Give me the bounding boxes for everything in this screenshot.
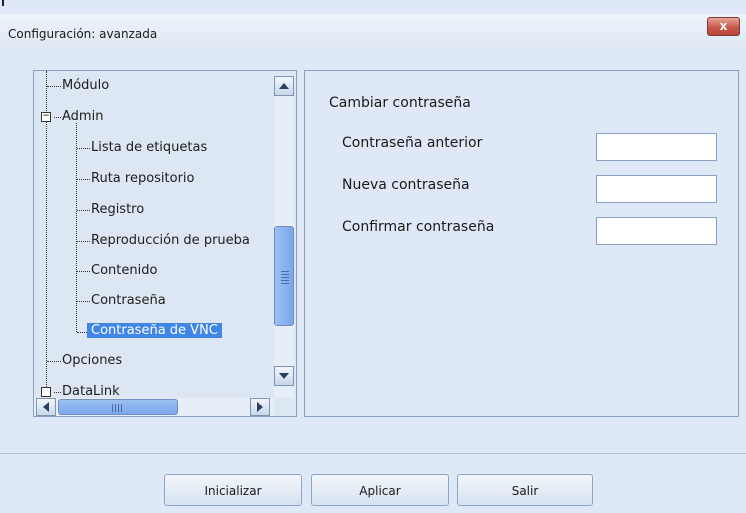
confirm-password-label: Confirmar contraseña — [342, 219, 495, 235]
tree-connector — [77, 210, 90, 211]
grip-line — [112, 404, 113, 412]
grip-line — [281, 283, 289, 284]
close-button[interactable]: x — [707, 17, 740, 36]
tree-connector — [77, 148, 90, 149]
settings-tree-panel: − Módulo Admin Lista de etiquetas Ruta r… — [33, 70, 297, 417]
initialize-button[interactable]: Inicializar — [164, 474, 302, 506]
old-password-label: Contraseña anterior — [342, 135, 483, 151]
window-title: Configuración: avanzada — [8, 27, 158, 41]
arrow-up-icon — [279, 83, 289, 89]
grip-line — [281, 274, 289, 275]
scroll-up-button[interactable] — [274, 76, 294, 96]
window-corner-mark — [2, 0, 4, 6]
scroll-thumb-vertical[interactable] — [274, 226, 294, 326]
tree-connector — [77, 271, 90, 272]
scroll-thumb-horizontal[interactable] — [58, 399, 178, 415]
tree-item-contenido[interactable]: Contenido — [91, 263, 157, 278]
password-settings-panel: Cambiar contraseña Contraseña anterior N… — [304, 70, 739, 417]
tree-item-modulo[interactable]: Módulo — [62, 78, 109, 93]
new-password-field[interactable] — [596, 175, 717, 203]
settings-tree: − Módulo Admin Lista de etiquetas Ruta r… — [34, 71, 274, 401]
grip-line — [281, 277, 289, 278]
exit-button[interactable]: Salir — [457, 474, 593, 506]
admin-collapse-icon[interactable]: − — [41, 112, 51, 122]
scroll-right-button[interactable] — [250, 398, 270, 416]
arrow-down-icon — [279, 373, 289, 379]
tree-horizontal-scrollbar[interactable] — [34, 398, 274, 416]
scrollbar-corner — [274, 398, 296, 416]
apply-button[interactable]: Aplicar — [311, 474, 449, 506]
tree-vertical-scrollbar[interactable] — [274, 76, 294, 398]
tree-connector — [77, 179, 90, 180]
grip-line — [281, 280, 289, 281]
grip-line — [115, 404, 116, 412]
tree-item-admin[interactable]: Admin — [62, 109, 103, 124]
new-password-label: Nueva contraseña — [342, 177, 470, 193]
tree-connector — [47, 361, 61, 362]
tree-connector — [77, 332, 87, 333]
scroll-left-button[interactable] — [36, 398, 56, 416]
tree-item-ruta-repositorio[interactable]: Ruta repositorio — [91, 171, 195, 186]
tree-connector — [54, 117, 61, 118]
arrow-left-icon — [43, 402, 49, 412]
old-password-field[interactable] — [596, 133, 717, 161]
tree-connector — [77, 241, 90, 242]
tree-item-reproduccion-prueba[interactable]: Reproducción de prueba — [91, 233, 250, 248]
tree-item-datalink[interactable]: DataLink — [62, 384, 120, 399]
tree-connector — [54, 392, 61, 393]
arrow-right-icon — [257, 402, 263, 412]
tree-item-lista-etiquetas[interactable]: Lista de etiquetas — [91, 140, 207, 155]
grip-line — [121, 404, 122, 412]
tree-connector — [47, 86, 61, 87]
close-icon: x — [719, 19, 728, 33]
footer-divider — [0, 453, 746, 454]
grip-line — [118, 404, 119, 412]
confirm-password-field[interactable] — [596, 217, 717, 245]
tree-item-opciones[interactable]: Opciones — [62, 353, 122, 368]
settings-dialog: Configuración: avanzada x − Módulo Admin… — [0, 0, 746, 513]
tree-connector — [77, 301, 90, 302]
grip-line — [281, 271, 289, 272]
title-bar[interactable]: Configuración: avanzada x — [0, 14, 746, 52]
tree-item-registro[interactable]: Registro — [91, 202, 144, 217]
tree-item-contrasena[interactable]: Contraseña — [91, 293, 166, 308]
scroll-down-button[interactable] — [274, 366, 294, 386]
section-title: Cambiar contraseña — [329, 95, 471, 111]
datalink-expand-icon[interactable] — [41, 387, 51, 397]
tree-item-contrasena-vnc[interactable]: Contraseña de VNC — [87, 323, 222, 338]
